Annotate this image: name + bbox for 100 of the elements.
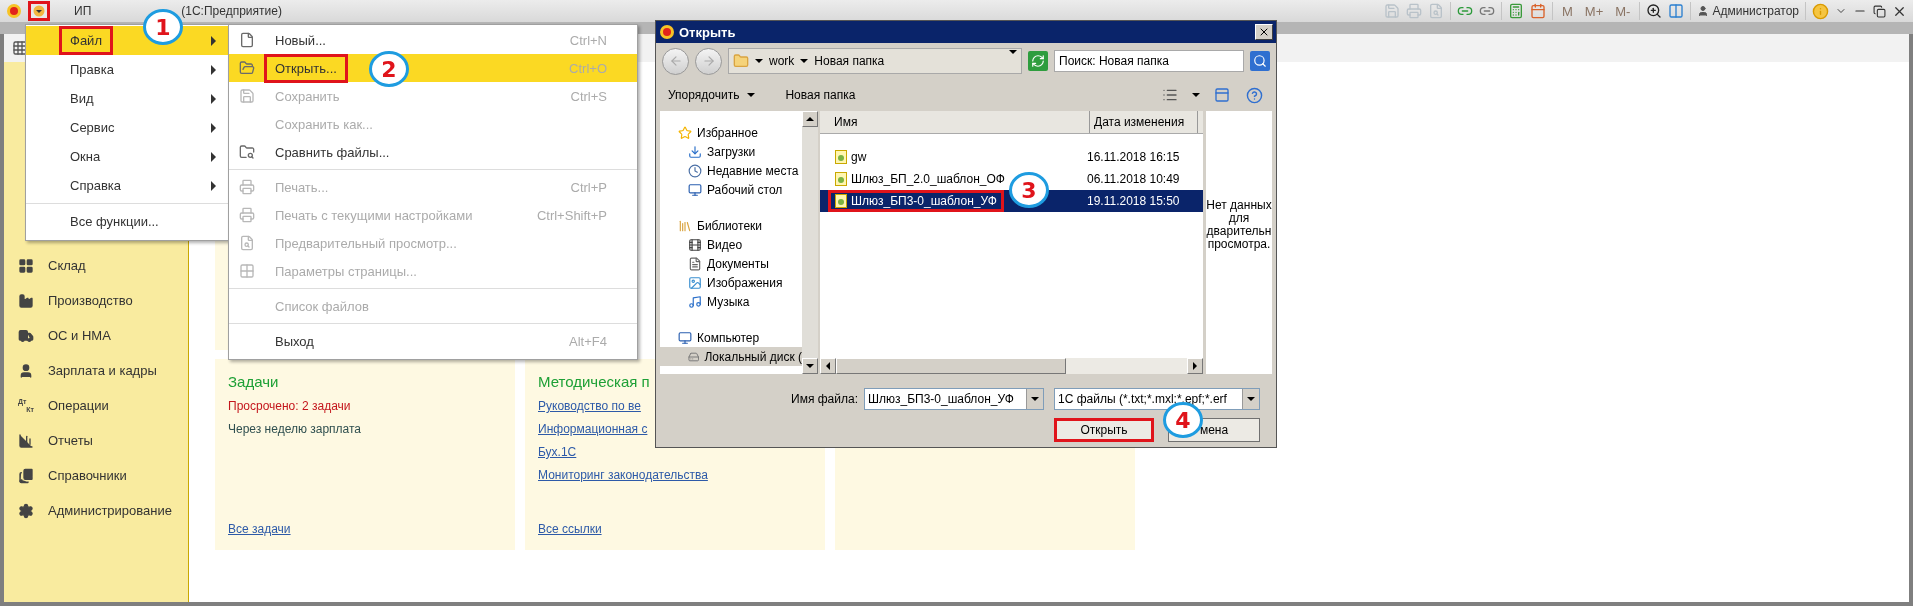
doc-icon: [688, 256, 702, 271]
menu-item-label: Вид: [70, 91, 94, 106]
preview-pane-icon[interactable]: [1212, 85, 1232, 105]
nav-item[interactable]: Музыка: [660, 292, 802, 311]
column-header[interactable]: Имя: [820, 111, 1090, 133]
back-button[interactable]: [662, 47, 689, 75]
menu-item-label: Печать...: [275, 179, 329, 195]
menu-item[interactable]: Все функции...: [26, 207, 228, 236]
panel-icon[interactable]: [1668, 3, 1685, 19]
sidebar-item[interactable]: Производство: [4, 283, 188, 318]
toolbar-button[interactable]: Упорядочить: [668, 88, 756, 102]
column-header[interactable]: Дата изменения: [1090, 111, 1198, 133]
nav-item[interactable]: Рабочий стол: [660, 180, 802, 199]
back-arrow-icon: [668, 54, 683, 68]
menu-item[interactable]: Сравнить файлы...: [229, 138, 637, 166]
computer-icon: [678, 330, 692, 345]
nav-item[interactable]: Недавние места: [660, 161, 802, 180]
file-date: 06.11.2018 10:49: [1087, 172, 1181, 186]
user-name[interactable]: Администратор: [1697, 4, 1799, 18]
nav-item[interactable]: Документы: [660, 254, 802, 273]
section-icon: [18, 467, 34, 484]
section-icon: [18, 362, 34, 379]
forward-button[interactable]: [695, 47, 722, 75]
memory-button[interactable]: M-: [1612, 3, 1634, 19]
nav-item[interactable]: Загрузки: [660, 142, 802, 161]
menu-item[interactable]: Справка: [26, 171, 228, 200]
nav-item[interactable]: Видео: [660, 235, 802, 254]
calendar-icon[interactable]: [1530, 3, 1546, 19]
shortcut-text: Ctrl+S: [570, 88, 607, 104]
logo-icon: [659, 24, 675, 40]
toolbar-button[interactable]: Новая папка: [785, 88, 856, 102]
file-date: 19.11.2018 15:50: [1087, 194, 1181, 208]
file-date: 16.11.2018 16:15: [1087, 150, 1181, 164]
preview-text: Нет данных: [1206, 199, 1272, 212]
scrollbar[interactable]: [802, 111, 818, 374]
menu-item[interactable]: Новый... Ctrl+N: [229, 26, 637, 54]
card-link[interactable]: Мониторинг законодательства: [538, 468, 812, 482]
sidebar-item[interactable]: Склад: [4, 248, 188, 283]
menu-item[interactable]: Правка: [26, 55, 228, 84]
menu-item[interactable]: Сервис: [26, 113, 228, 142]
restore-icon[interactable]: [1873, 4, 1886, 18]
page-search-icon: [239, 235, 255, 251]
sidebar-item[interactable]: Отчеты: [4, 423, 188, 458]
search-icon[interactable]: [1250, 51, 1270, 71]
nav-item[interactable]: Избранное: [660, 123, 802, 142]
file-row[interactable]: gw 16.11.2018 16:15: [820, 146, 1203, 168]
info-icon[interactable]: [1812, 2, 1829, 20]
nav-item[interactable]: Компьютер: [660, 328, 802, 347]
menu-item[interactable]: Окна: [26, 142, 228, 171]
sidebar-item[interactable]: Администрирование: [4, 493, 188, 528]
caret-icon: [33, 5, 45, 17]
library-icon: [678, 218, 692, 233]
preview-text: для: [1228, 212, 1250, 225]
filename-field[interactable]: Шлюз_БП3-0_шаблон_УФ: [864, 388, 1044, 410]
main-menu-button[interactable]: [28, 1, 50, 21]
nav-item[interactable]: Локальный диск (: [660, 347, 802, 366]
address-bar[interactable]: work Новая папка: [728, 48, 1022, 74]
menu-item-label: Сохранить: [275, 88, 340, 104]
sidebar-item[interactable]: ОС и НМА: [4, 318, 188, 353]
filename-label: Имя файла:: [791, 392, 858, 406]
menu-item-label: Выход: [275, 333, 314, 349]
menu-item-label: Печать с текущими настройками: [275, 207, 473, 223]
desktop-icon: [688, 182, 702, 197]
menu-item[interactable]: Выход Alt+F4: [229, 327, 637, 355]
shortcut-text: Ctrl+N: [569, 32, 607, 48]
search-field[interactable]: Поиск: Новая папка: [1054, 50, 1244, 72]
shortcut-text: Ctrl+P: [570, 179, 607, 195]
music-icon: [688, 294, 702, 309]
menu-item-label: Окна: [70, 149, 101, 164]
help-icon[interactable]: [1244, 85, 1264, 105]
dialog-title: Открыть: [679, 24, 736, 40]
memory-button[interactable]: M+: [1581, 3, 1607, 19]
menu-item-label: Предварительный просмотр...: [275, 235, 457, 251]
app-title: ИП: [74, 4, 92, 18]
nav-item[interactable]: Библиотеки: [660, 216, 802, 235]
scrollbar[interactable]: [820, 358, 1203, 374]
file-icon: [835, 172, 847, 186]
sidebar-item[interactable]: Справочники: [4, 458, 188, 493]
menu-item-label: Файл: [59, 26, 113, 55]
shortcut-text: Alt+F4: [569, 333, 607, 349]
menu-item-label: Сравнить файлы...: [275, 144, 390, 160]
nav-item[interactable]: Изображения: [660, 273, 802, 292]
download-icon: [688, 144, 702, 159]
memory-button[interactable]: M: [1559, 3, 1576, 19]
image-icon: [688, 275, 702, 290]
zoom-icon[interactable]: [1646, 3, 1663, 19]
footer-link[interactable]: Все задачи: [228, 522, 502, 536]
grid-icon[interactable]: [12, 40, 28, 56]
printer-icon: [239, 207, 255, 223]
dialog-button[interactable]: Открыть: [1054, 418, 1154, 442]
menu-item-label: Сервис: [70, 120, 115, 135]
card-link[interactable]: Бух.1С: [538, 445, 812, 459]
close-button[interactable]: [1255, 24, 1273, 40]
forward-arrow-icon: [701, 54, 716, 68]
footer-link[interactable]: Все ссылки: [538, 522, 812, 536]
sidebar-item[interactable]: Зарплата и кадры: [4, 353, 188, 388]
menu-item[interactable]: Вид: [26, 84, 228, 113]
calculator-icon[interactable]: [1508, 3, 1524, 19]
refresh-icon[interactable]: [1028, 51, 1048, 71]
menu-item-label: Список файлов: [275, 298, 369, 314]
